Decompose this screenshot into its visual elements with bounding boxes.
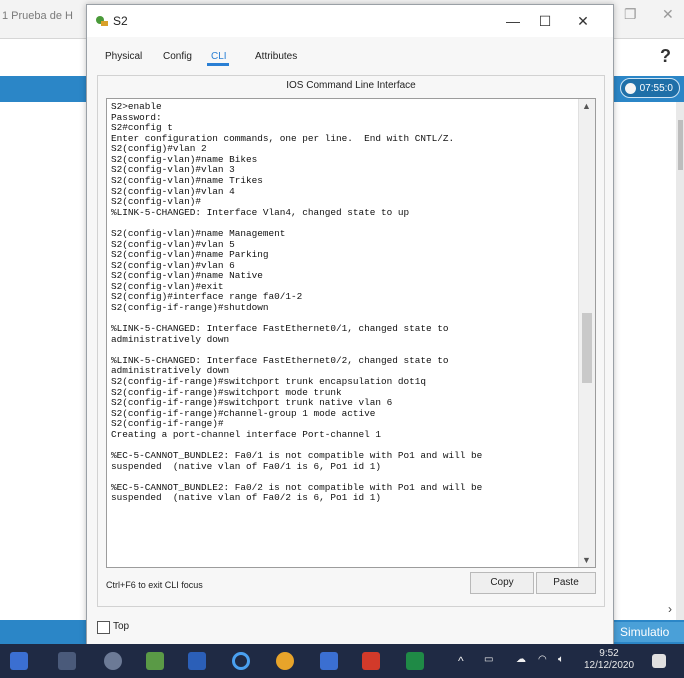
- cli-line: suspended (native vlan of Fa0/1 is 6, Po…: [111, 460, 382, 472]
- background-window-title[interactable]: 1 Prueba de H: [2, 10, 73, 22]
- network-icon[interactable]: ▭: [484, 654, 493, 665]
- cli-scrollbar[interactable]: ▲ ▼: [578, 99, 595, 567]
- scroll-down-icon[interactable]: ▼: [582, 555, 591, 565]
- excel-icon[interactable]: [406, 652, 424, 670]
- scroll-right-icon[interactable]: ›: [668, 602, 672, 616]
- simulation-time-display: 07:55:0: [620, 78, 680, 98]
- help-button[interactable]: ?: [660, 46, 671, 67]
- chrome-icon[interactable]: [276, 652, 294, 670]
- cli-output[interactable]: S2>enable Password: S2#config t Enter confi…: [111, 101, 573, 504]
- tab-attributes[interactable]: Attributes: [255, 51, 297, 62]
- cli-line: S2(config-vlan)#name Management: [111, 227, 286, 239]
- cli-terminal[interactable]: S2>enable Password: S2#config t Enter confi…: [106, 98, 596, 568]
- paste-button[interactable]: Paste: [536, 572, 596, 594]
- clock-icon: [625, 83, 636, 94]
- device-window: S2 — ☐ ✕ Physical Config CLI Attributes …: [86, 4, 614, 646]
- top-checkbox-box[interactable]: [97, 621, 110, 634]
- tray-chevron-icon[interactable]: ^: [458, 654, 464, 668]
- cli-focus-hint: Ctrl+F6 to exit CLI focus: [106, 580, 203, 590]
- taskbar-clock[interactable]: 9:52 12/12/2020: [584, 648, 634, 672]
- clock-time: 9:52: [599, 648, 619, 659]
- close-button[interactable]: ✕: [569, 11, 597, 31]
- cli-line: Password:: [111, 111, 162, 123]
- packet-tracer-icon[interactable]: [146, 652, 164, 670]
- word-icon[interactable]: [188, 652, 206, 670]
- background-right-scrollbar[interactable]: [676, 102, 684, 622]
- cli-line: Creating a port-channel interface Port-c…: [111, 428, 382, 440]
- scroll-up-icon[interactable]: ▲: [582, 101, 591, 111]
- tab-cli[interactable]: CLI: [211, 51, 227, 62]
- background-restore-icon[interactable]: ❐: [624, 6, 637, 23]
- simulation-mode-button[interactable]: Simulatio: [612, 622, 684, 642]
- volume-icon[interactable]: 🔈︎: [558, 654, 564, 665]
- cli-panel: IOS Command Line Interface S2>enable Pass…: [97, 75, 605, 607]
- cli-line: S2>enable: [111, 101, 162, 112]
- onedrive-icon[interactable]: ☁: [516, 654, 526, 665]
- windows-taskbar: ^ ▭ ☁ ◠ 🔈︎: [0, 644, 684, 678]
- start-menu-icon[interactable]: [10, 652, 28, 670]
- maximize-button[interactable]: ☐: [531, 11, 559, 31]
- edge-icon[interactable]: [320, 652, 338, 670]
- simulation-time-text: 07:55:0: [639, 83, 673, 94]
- cli-line: S2(config-if-range)#shutdown: [111, 301, 269, 313]
- cli-scrollbar-thumb[interactable]: [582, 313, 592, 383]
- clock-date: 12/12/2020: [584, 660, 635, 671]
- tab-config[interactable]: Config: [163, 51, 192, 62]
- window-titlebar[interactable]: S2 — ☐ ✕: [87, 5, 613, 37]
- background-close-icon[interactable]: ✕: [662, 6, 674, 23]
- switch-app-icon: [96, 16, 108, 26]
- top-checkbox-label: Top: [113, 621, 130, 632]
- wifi-icon[interactable]: ◠: [538, 654, 547, 665]
- acrobat-icon[interactable]: [362, 652, 380, 670]
- settings-app-icon[interactable]: [104, 652, 122, 670]
- cli-line: administratively down: [111, 333, 230, 345]
- background-scrollbar-thumb[interactable]: [678, 120, 683, 170]
- window-title: S2: [113, 14, 128, 28]
- cli-line: suspended (native vlan of Fa0/2 is 6, Po…: [111, 492, 382, 504]
- cli-line: %LINK-5-CHANGED: Interface Vlan4, change…: [111, 206, 410, 218]
- cli-panel-title: IOS Command Line Interface: [286, 80, 416, 91]
- minimize-button[interactable]: —: [499, 11, 527, 31]
- cortana-icon[interactable]: [232, 652, 250, 670]
- tab-physical[interactable]: Physical: [105, 51, 142, 62]
- copy-button[interactable]: Copy: [470, 572, 534, 594]
- notifications-icon[interactable]: [652, 654, 666, 668]
- active-tab-indicator: [207, 63, 229, 66]
- calculator-icon[interactable]: [58, 652, 76, 670]
